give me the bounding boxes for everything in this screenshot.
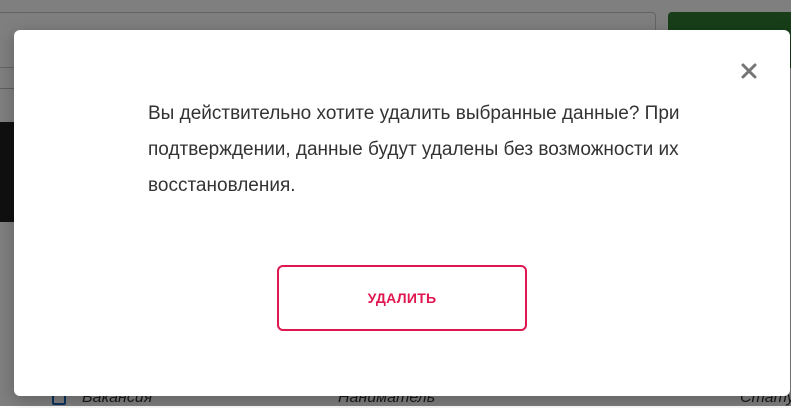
- confirm-delete-dialog: Вы действительно хотите удалить выбранны…: [14, 30, 790, 396]
- dialog-message: Вы действительно хотите удалить выбранны…: [148, 103, 680, 196]
- delete-button[interactable]: УДАЛИТЬ: [277, 265, 527, 331]
- close-icon[interactable]: [740, 62, 758, 80]
